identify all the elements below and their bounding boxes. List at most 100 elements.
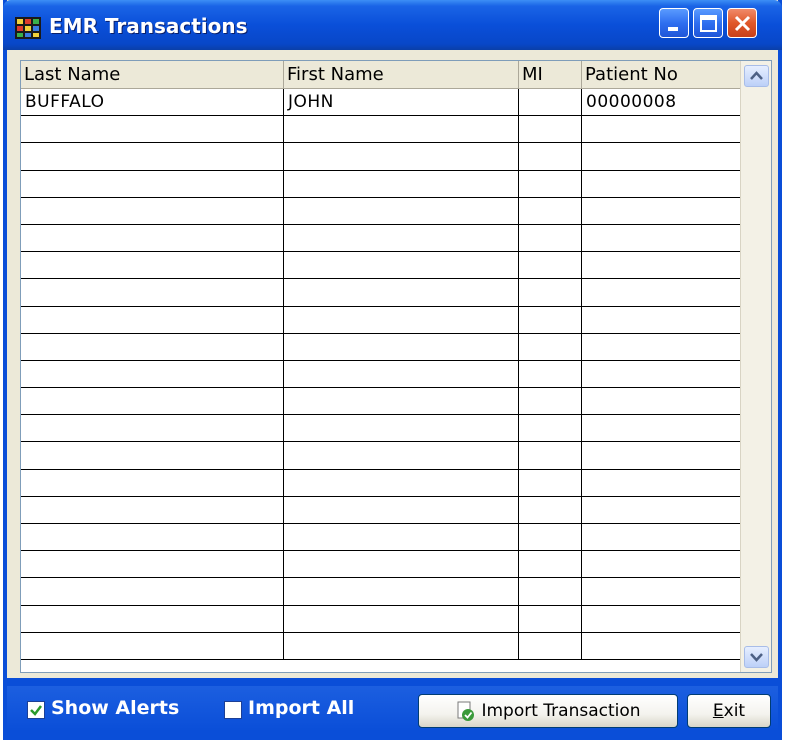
cell-last-name[interactable] [21,442,284,470]
cell-last-name[interactable] [21,578,284,606]
table-row[interactable] [21,496,741,524]
cell-first-name[interactable] [284,170,519,198]
column-header-patient-no[interactable]: Patient No [582,61,741,89]
cell-mi[interactable] [519,442,582,470]
cell-patient-no[interactable] [582,224,741,253]
title-bar[interactable]: EMR Transactions [3,0,782,50]
cell-mi[interactable] [519,333,582,361]
cell-last-name[interactable] [21,360,284,389]
cell-last-name[interactable] [21,224,284,253]
cell-patient-no[interactable] [582,551,741,579]
table-row[interactable] [21,252,741,280]
table-row[interactable] [21,605,741,633]
cell-patient-no[interactable] [582,442,741,470]
table-row[interactable] [21,143,741,171]
cell-last-name[interactable] [21,252,284,280]
cell-patient-no[interactable] [582,252,741,280]
table-row[interactable] [21,388,741,416]
cell-first-name[interactable] [284,442,519,470]
cell-mi[interactable] [519,252,582,280]
cell-last-name[interactable] [21,306,284,334]
column-header-mi[interactable]: MI [519,61,582,89]
cell-first-name[interactable] [284,197,519,225]
cell-last-name[interactable] [21,605,284,633]
cell-patient-no[interactable] [582,170,741,198]
table-row[interactable] [21,442,741,470]
cell-patient-no[interactable] [582,143,741,171]
cell-first-name[interactable] [284,551,519,579]
table-row[interactable] [21,415,741,443]
table-row[interactable]: BUFFALO JOHN 00000008 [21,89,741,117]
close-button[interactable] [727,8,757,38]
cell-last-name[interactable] [21,415,284,443]
cell-mi[interactable] [519,496,582,524]
cell-first-name[interactable] [284,496,519,524]
cell-first-name[interactable] [284,252,519,280]
cell-first-name[interactable] [284,306,519,334]
cell-last-name[interactable] [21,551,284,579]
cell-patient-no[interactable] [582,333,741,361]
cell-last-name[interactable] [21,279,284,307]
cell-last-name[interactable]: BUFFALO [21,89,284,117]
cell-patient-no[interactable] [582,116,741,144]
cell-last-name[interactable] [21,388,284,416]
table-row[interactable] [21,524,741,552]
cell-patient-no[interactable] [582,306,741,334]
minimize-button[interactable] [659,8,689,38]
cell-mi[interactable] [519,360,582,389]
cell-patient-no[interactable] [582,197,741,225]
cell-patient-no[interactable] [582,605,741,633]
transactions-grid[interactable]: Last Name First Name MI Patient No BUFFA… [20,60,772,673]
cell-last-name[interactable] [21,632,284,660]
cell-first-name[interactable] [284,116,519,144]
cell-mi[interactable] [519,224,582,253]
cell-mi[interactable] [519,279,582,307]
scroll-down-button[interactable] [744,646,769,668]
cell-mi[interactable] [519,143,582,171]
cell-last-name[interactable] [21,524,284,552]
table-row[interactable] [21,224,741,253]
cell-patient-no[interactable] [582,415,741,443]
show-alerts-label[interactable]: Show Alerts [51,697,179,719]
vertical-scrollbar[interactable] [740,61,771,672]
cell-first-name[interactable] [284,524,519,552]
cell-last-name[interactable] [21,197,284,225]
cell-first-name[interactable] [284,469,519,497]
table-row[interactable] [21,632,741,660]
cell-first-name[interactable] [284,279,519,307]
column-header-last-name[interactable]: Last Name [21,61,284,89]
cell-last-name[interactable] [21,116,284,144]
cell-first-name[interactable] [284,224,519,253]
cell-last-name[interactable] [21,469,284,497]
column-header-first-name[interactable]: First Name [284,61,519,89]
cell-patient-no[interactable] [582,524,741,552]
cell-patient-no[interactable] [582,469,741,497]
cell-patient-no[interactable] [582,279,741,307]
cell-mi[interactable] [519,170,582,198]
table-row[interactable] [21,306,741,334]
import-transaction-button[interactable]: Import Transaction [418,694,678,728]
cell-first-name[interactable] [284,333,519,361]
table-row[interactable] [21,469,741,497]
scroll-up-button[interactable] [744,65,769,87]
cell-first-name[interactable] [284,388,519,416]
cell-mi[interactable] [519,388,582,416]
cell-first-name[interactable] [284,360,519,389]
table-row[interactable] [21,116,741,144]
table-row[interactable] [21,279,741,307]
table-row[interactable] [21,551,741,579]
table-row[interactable] [21,578,741,606]
cell-mi[interactable] [519,469,582,497]
cell-patient-no[interactable] [582,632,741,660]
cell-mi[interactable] [519,116,582,144]
cell-last-name[interactable] [21,143,284,171]
cell-patient-no[interactable] [582,578,741,606]
table-row[interactable] [21,360,741,389]
cell-mi[interactable] [519,524,582,552]
cell-first-name[interactable]: JOHN [284,89,519,117]
cell-patient-no[interactable] [582,360,741,389]
cell-patient-no[interactable] [582,496,741,524]
maximize-button[interactable] [693,8,723,38]
cell-mi[interactable] [519,415,582,443]
cell-first-name[interactable] [284,415,519,443]
